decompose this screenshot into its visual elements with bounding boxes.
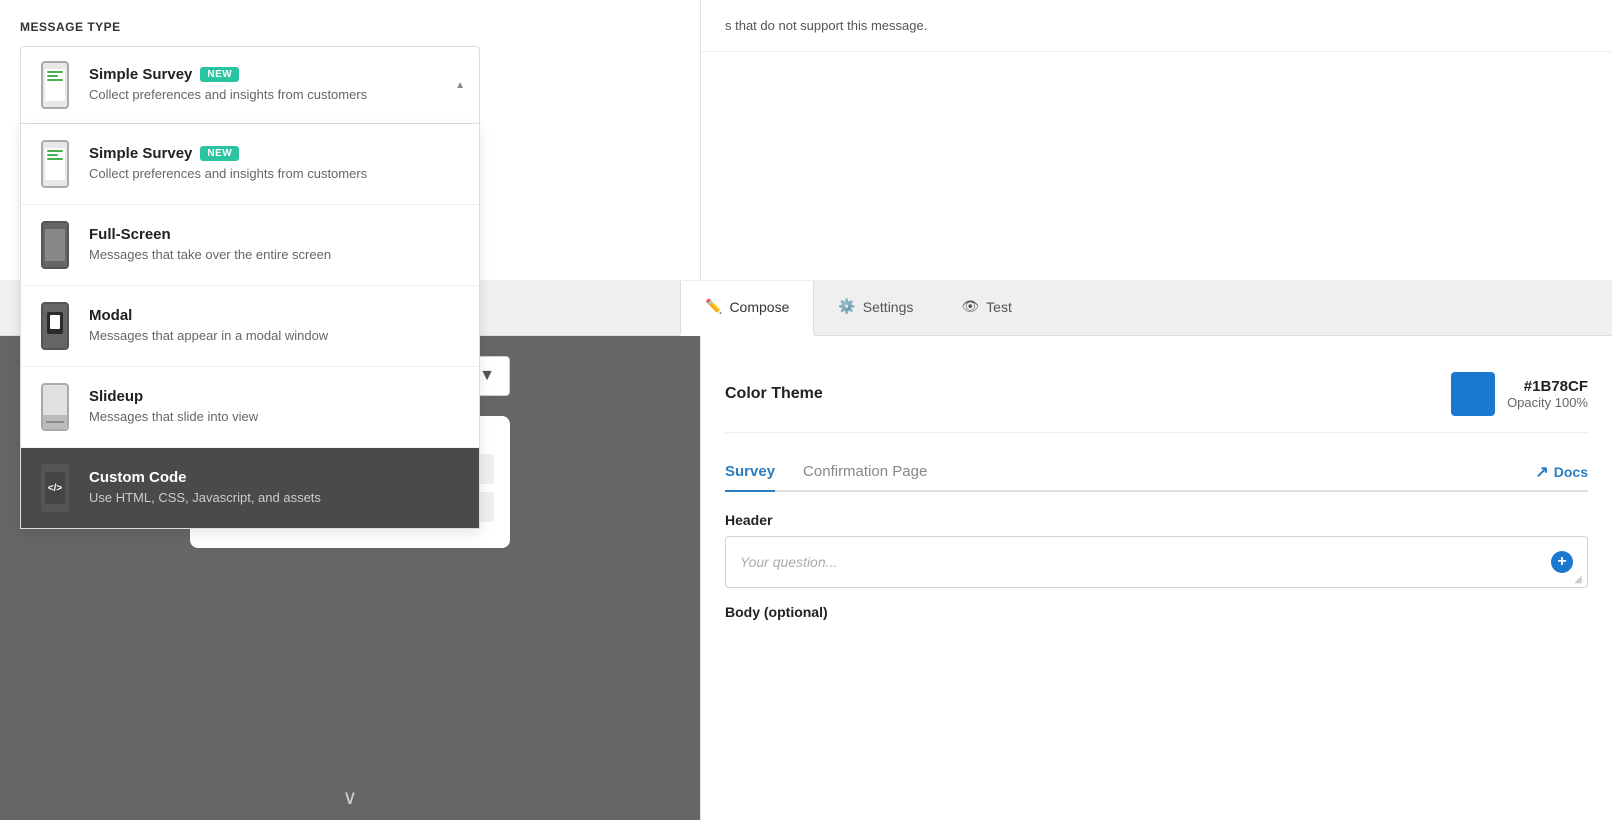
color-info: #1B78CF Opacity 100% <box>1507 378 1588 410</box>
body-label: Body (optional) <box>725 604 1588 620</box>
tab-settings[interactable]: ⚙️ Settings <box>814 281 937 336</box>
docs-link[interactable]: ↗ Docs <box>1535 462 1588 482</box>
inner-tab-survey[interactable]: Survey <box>725 453 775 492</box>
tab-test[interactable]: 👁 Test <box>937 281 1035 336</box>
fullscreen-title: Full-Screen <box>89 226 465 243</box>
inner-tabs: Survey Confirmation Page ↗ Docs <box>725 453 1588 492</box>
fullscreen-text: Full-Screen Messages that take over the … <box>89 226 465 264</box>
resize-handle[interactable]: ◢ <box>1574 574 1584 584</box>
color-swatch-group: #1B78CF Opacity 100% <box>1451 372 1588 416</box>
message-type-label: MESSAGE TYPE <box>20 20 680 34</box>
simple-survey-text: Simple Survey NEW Collect preferences an… <box>89 145 465 183</box>
preview-dropdown-chevron: ▼ <box>479 367 495 385</box>
dropdown-item-fullscreen[interactable]: Full-Screen Messages that take over the … <box>21 205 479 286</box>
header-add-button[interactable]: + <box>1551 551 1573 573</box>
code-brackets-icon: </> <box>45 472 65 504</box>
docs-link-label: Docs <box>1554 464 1588 480</box>
fullscreen-desc: Messages that take over the entire scree… <box>89 246 465 264</box>
simple-survey-badge: NEW <box>200 146 239 161</box>
slideup-desc: Messages that slide into view <box>89 408 465 426</box>
custom-code-text: Custom Code Use HTML, CSS, Javascript, a… <box>89 469 465 507</box>
color-opacity: Opacity 100% <box>1507 395 1588 410</box>
custom-code-title: Custom Code <box>89 469 465 486</box>
modal-text: Modal Messages that appear in a modal wi… <box>89 307 465 345</box>
inner-tab-confirmation[interactable]: Confirmation Page <box>803 453 927 492</box>
external-link-icon: ↗ <box>1535 462 1548 482</box>
message-type-dropdown[interactable]: Simple Survey NEW Collect preferences an… <box>20 46 480 124</box>
right-panel: s that do not support this message. <box>700 0 1612 280</box>
dropdown-list: Simple Survey NEW Collect preferences an… <box>20 124 480 529</box>
dropdown-selected-item[interactable]: Simple Survey NEW Collect preferences an… <box>20 46 480 124</box>
color-hex: #1B78CF <box>1507 378 1588 395</box>
fullscreen-icon <box>35 219 75 271</box>
header-placeholder: Your question... <box>740 554 837 570</box>
compose-panel: Color Theme #1B78CF Opacity 100% Survey … <box>700 336 1612 820</box>
selected-item-text: Simple Survey NEW Collect preferences an… <box>89 66 455 104</box>
custom-code-desc: Use HTML, CSS, Javascript, and assets <box>89 489 465 507</box>
dropdown-arrow-up: ▲ <box>455 80 465 91</box>
dropdown-item-simple-survey[interactable]: Simple Survey NEW Collect preferences an… <box>21 124 479 205</box>
header-input[interactable]: Your question... + ◢ <box>725 536 1588 588</box>
modal-title: Modal <box>89 307 465 324</box>
new-badge: NEW <box>200 67 239 82</box>
eye-icon: 👁 <box>961 298 979 315</box>
modal-icon <box>35 300 75 352</box>
custom-code-icon-wrapper: </> <box>35 462 75 514</box>
simple-survey-icon <box>35 138 75 190</box>
color-theme-label: Color Theme <box>725 385 823 403</box>
color-swatch[interactable] <box>1451 372 1495 416</box>
selected-item-title: Simple Survey NEW <box>89 66 455 83</box>
preview-bottom-chevron: ∨ <box>190 775 510 820</box>
bg-message-link[interactable]: s that do not support this message. <box>725 18 927 33</box>
bg-message: s that do not support this message. <box>701 0 1612 52</box>
color-theme-section: Color Theme #1B78CF Opacity 100% <box>725 356 1588 433</box>
tab-compose[interactable]: ✏️ Compose <box>680 281 814 336</box>
tab-test-label: Test <box>986 299 1012 315</box>
header-label: Header <box>725 512 1588 528</box>
tab-settings-label: Settings <box>863 299 914 315</box>
simple-survey-desc: Collect preferences and insights from cu… <box>89 165 465 183</box>
dropdown-item-modal[interactable]: Modal Messages that appear in a modal wi… <box>21 286 479 367</box>
slideup-text: Slideup Messages that slide into view <box>89 388 465 426</box>
gear-icon: ⚙️ <box>838 298 855 315</box>
pencil-icon: ✏️ <box>705 298 722 315</box>
slideup-icon <box>35 381 75 433</box>
dropdown-item-slideup[interactable]: Slideup Messages that slide into view <box>21 367 479 448</box>
modal-desc: Messages that appear in a modal window <box>89 327 465 345</box>
tab-compose-label: Compose <box>729 299 789 315</box>
selected-item-desc: Collect preferences and insights from cu… <box>89 86 455 104</box>
slideup-title: Slideup <box>89 388 465 405</box>
dropdown-item-custom-code[interactable]: </> Custom Code Use HTML, CSS, Javascrip… <box>21 448 479 528</box>
selected-icon <box>35 59 75 111</box>
simple-survey-title: Simple Survey NEW <box>89 145 465 162</box>
